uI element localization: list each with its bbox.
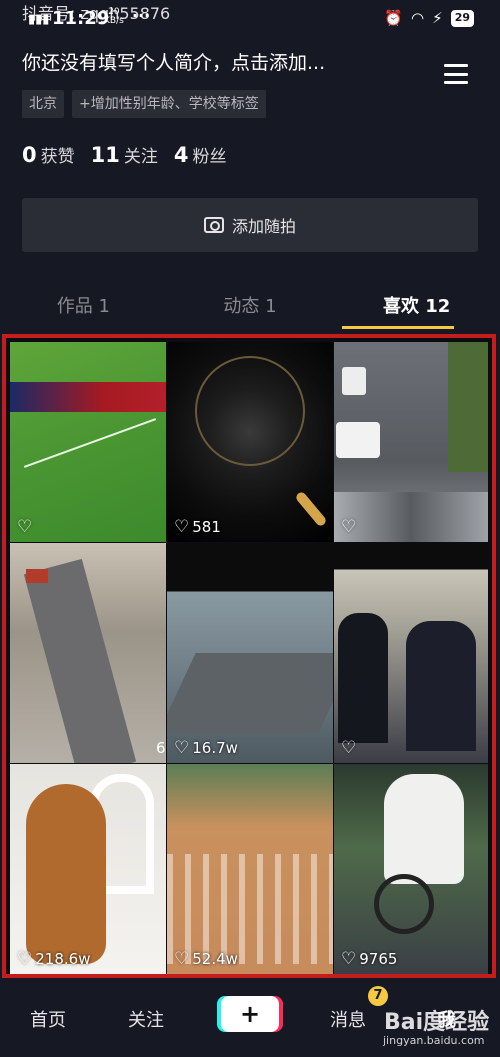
heart-icon: ♡ bbox=[17, 949, 33, 969]
heart-icon: ♡ bbox=[174, 738, 190, 758]
like-count: ♡ bbox=[341, 517, 359, 537]
status-right-icons: ⏰ ◠ ⚡ 29 bbox=[384, 9, 474, 27]
status-bar: 抖音号: zqgh55876 ▮▮▮ 11:29 20 KB/s ··· ⏰ ◠… bbox=[0, 0, 500, 36]
heart-icon: ♡ bbox=[17, 517, 33, 537]
like-count: ♡ 52.4w bbox=[174, 949, 238, 969]
heart-icon: ♡ bbox=[341, 517, 357, 537]
watermark-logo: Bai度经验 bbox=[384, 1010, 490, 1035]
likes-received-stat[interactable]: 0 获赞 bbox=[22, 142, 75, 167]
battery-icon: 29 bbox=[450, 9, 474, 27]
heart-icon: ♡ bbox=[341, 738, 357, 758]
status-time: 11:29 bbox=[52, 8, 110, 29]
menu-icon[interactable] bbox=[444, 64, 468, 84]
profile-tags: 北京 +增加性别年龄、学校等标签 bbox=[22, 90, 266, 118]
tab-works[interactable]: 作品 1 bbox=[0, 286, 167, 326]
video-thumbnail[interactable]: ♡ 52.4w bbox=[167, 764, 333, 974]
tab-likes[interactable]: 喜欢 12 bbox=[333, 286, 500, 326]
like-count: ♡ 9765 bbox=[341, 949, 397, 969]
liked-videos-grid: ♡ ♡ 581 ♡ ♡ 16.7w ♡ ♡ 218.6w ♡ 52.4w ♡ 9765 6 bbox=[6, 338, 492, 974]
followers-stat[interactable]: 4 粉丝 bbox=[174, 142, 227, 167]
video-thumbnail[interactable]: ♡ bbox=[334, 543, 488, 763]
video-thumbnail[interactable]: ♡ 581 bbox=[167, 342, 333, 542]
like-count: ♡ 16.7w bbox=[174, 738, 238, 758]
active-tab-indicator bbox=[342, 326, 454, 329]
messages-badge: 7 bbox=[368, 986, 388, 1006]
wifi-icon: ◠ bbox=[411, 9, 425, 27]
stat-label: 获赞 bbox=[40, 147, 75, 167]
add-moment-label: 添加随拍 bbox=[231, 217, 296, 236]
add-moment-button[interactable]: 添加随拍 bbox=[22, 198, 478, 252]
network-speed: 20 KB/s bbox=[104, 8, 124, 26]
video-thumbnail[interactable] bbox=[10, 543, 166, 763]
stat-label: 关注 bbox=[123, 147, 158, 167]
add-tags-button[interactable]: +增加性别年龄、学校等标签 bbox=[72, 90, 266, 118]
like-count: ♡ 218.6w bbox=[17, 949, 90, 969]
stat-number: 11 bbox=[90, 143, 120, 167]
tab-moments[interactable]: 动态 1 bbox=[167, 286, 334, 326]
following-stat[interactable]: 11 关注 bbox=[91, 142, 158, 167]
like-count-value: 16.7w bbox=[192, 739, 238, 757]
video-thumbnail[interactable]: ♡ 16.7w bbox=[167, 543, 333, 763]
heart-icon: ♡ bbox=[341, 949, 357, 969]
video-thumbnail[interactable]: ♡ bbox=[10, 342, 166, 542]
network-speed-unit: KB/s bbox=[104, 16, 124, 26]
partial-count: 6 bbox=[156, 739, 166, 757]
create-video-button[interactable]: + bbox=[221, 996, 279, 1032]
signal-icon: ▮▮▮ bbox=[28, 12, 50, 27]
profile-bio[interactable]: 你还没有填写个人简介，点击添加... bbox=[22, 48, 325, 75]
like-count: ♡ bbox=[17, 517, 35, 537]
stat-number: 4 bbox=[173, 143, 189, 167]
like-count: ♡ bbox=[341, 738, 359, 758]
stat-number: 0 bbox=[22, 143, 37, 167]
video-thumbnail[interactable]: ♡ 9765 bbox=[334, 764, 488, 974]
like-count: ♡ 581 bbox=[174, 517, 221, 537]
nav-follow[interactable]: 关注 bbox=[128, 1006, 164, 1032]
alarm-icon: ⏰ bbox=[384, 9, 404, 27]
more-status-icon: ··· bbox=[132, 6, 151, 25]
stat-label: 粉丝 bbox=[192, 147, 227, 167]
video-thumbnail[interactable]: ♡ 218.6w bbox=[10, 764, 166, 974]
like-count-value: 218.6w bbox=[35, 950, 91, 968]
video-thumbnail[interactable]: ♡ bbox=[334, 342, 488, 542]
profile-stats: 0 获赞 11 关注 4 粉丝 bbox=[22, 142, 226, 167]
like-count-value: 9765 bbox=[359, 950, 398, 968]
heart-icon: ♡ bbox=[174, 949, 190, 969]
heart-icon: ♡ bbox=[174, 517, 190, 537]
nav-messages[interactable]: 消息 bbox=[330, 1006, 366, 1032]
location-tag[interactable]: 北京 bbox=[22, 90, 64, 118]
like-count-value: 52.4w bbox=[192, 950, 238, 968]
nav-home[interactable]: 首页 bbox=[30, 1006, 66, 1032]
like-count-value: 581 bbox=[192, 518, 221, 536]
watermark-url: jingyan.baidu.com bbox=[383, 1034, 485, 1047]
profile-tabs: 作品 1 动态 1 喜欢 12 bbox=[0, 286, 500, 326]
camera-icon bbox=[203, 217, 224, 233]
charging-icon: ⚡ bbox=[432, 9, 443, 27]
